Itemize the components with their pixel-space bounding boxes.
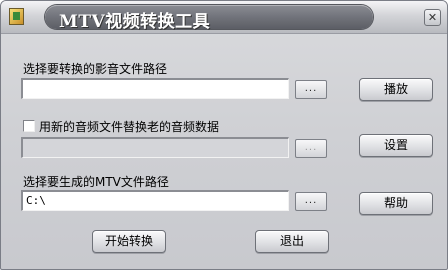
- main-window: MTV视频转换工具 ✕ 选择要转换的影音文件路径 ... 播放 用新的音频文件替…: [0, 0, 448, 270]
- source-path-label: 选择要转换的影音文件路径: [23, 62, 168, 76]
- audio-path-field[interactable]: [21, 137, 289, 158]
- source-path-field[interactable]: [21, 78, 289, 99]
- close-button[interactable]: ✕: [424, 9, 441, 26]
- settings-button[interactable]: 设置: [359, 134, 433, 157]
- replace-audio-checkbox[interactable]: [23, 120, 35, 132]
- title-bar[interactable]: MTV视频转换工具 ✕: [1, 1, 447, 34]
- help-button[interactable]: 帮助: [359, 192, 433, 215]
- output-path-value: C:\: [26, 194, 46, 207]
- output-browse-button[interactable]: ...: [295, 192, 327, 211]
- app-icon[interactable]: [9, 8, 24, 25]
- window-title: MTV视频转换工具: [59, 12, 211, 32]
- output-path-label: 选择要生成的MTV文件路径: [23, 175, 169, 189]
- replace-audio-label: 用新的音频文件替换老的音频数据: [39, 120, 220, 134]
- start-convert-button[interactable]: 开始转换: [92, 230, 166, 253]
- exit-button[interactable]: 退出: [255, 230, 329, 253]
- output-path-field[interactable]: C:\: [21, 190, 289, 211]
- audio-browse-button[interactable]: ...: [295, 139, 327, 158]
- source-browse-button[interactable]: ...: [295, 80, 327, 99]
- play-button[interactable]: 播放: [359, 78, 433, 101]
